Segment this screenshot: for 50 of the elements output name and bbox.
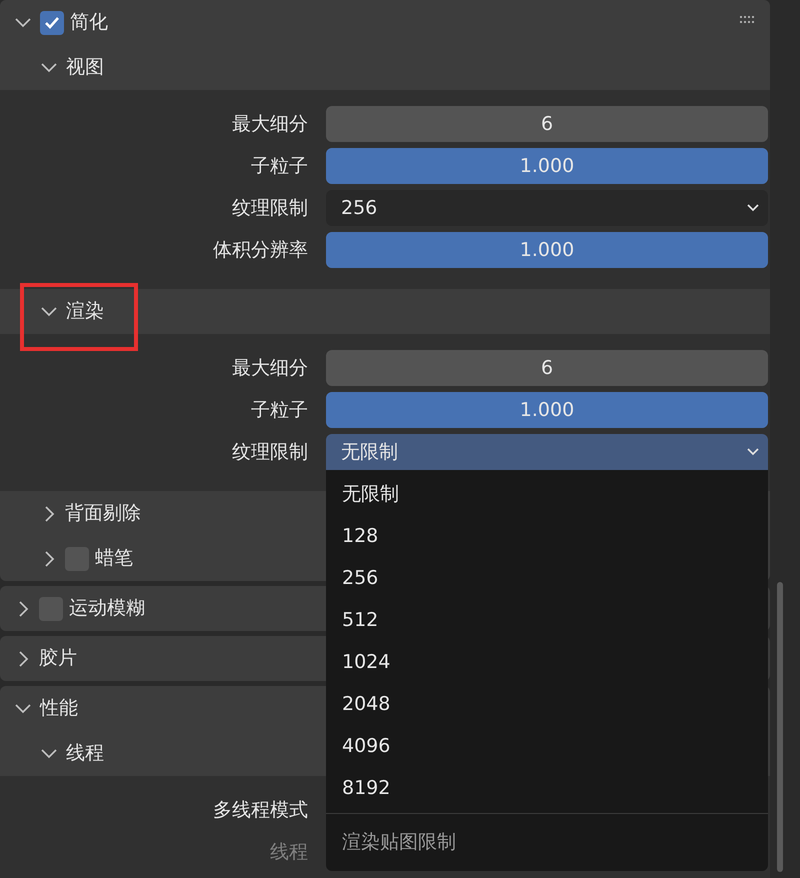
chevron-right-icon[interactable] <box>43 550 55 568</box>
caret-icon <box>746 447 760 456</box>
slider-field[interactable]: 1.000 <box>326 148 768 184</box>
field-label: 子粒子 <box>250 398 308 423</box>
field-label: 纹理限制 <box>231 440 308 465</box>
scrollbar[interactable] <box>777 582 783 872</box>
panel-title[interactable]: 性能 <box>40 694 78 723</box>
chevron-down-icon[interactable] <box>40 306 58 318</box>
subpanel-title[interactable]: 视图 <box>66 53 104 82</box>
checkbox[interactable] <box>40 10 64 34</box>
checkbox[interactable] <box>65 546 89 570</box>
number-field[interactable]: 6 <box>326 106 768 142</box>
slider-field[interactable]: 1.000 <box>326 392 768 428</box>
menu-title: 渲染贴图限制 <box>341 830 457 856</box>
menu-item[interactable]: 128 <box>326 515 768 557</box>
check-icon <box>43 14 61 30</box>
menu-item[interactable]: 256 <box>326 557 768 599</box>
subpanel-title[interactable]: 蜡笔 <box>95 544 133 573</box>
slider-field[interactable]: 1.000 <box>326 232 768 268</box>
field-label: 线程 <box>269 840 308 865</box>
chevron-down-icon[interactable] <box>40 62 58 74</box>
menu-item[interactable]: 无限制 <box>326 473 768 515</box>
checkbox[interactable] <box>39 596 63 620</box>
subpanel-title[interactable]: 线程 <box>66 739 104 768</box>
field-label: 子粒子 <box>250 154 308 179</box>
chevron-right-icon[interactable] <box>17 600 29 618</box>
menu-item[interactable]: 8192 <box>326 767 768 809</box>
field-label: 纹理限制 <box>231 196 308 221</box>
chevron-right-icon[interactable] <box>17 650 29 668</box>
menu-item[interactable]: 4096 <box>326 725 768 767</box>
panel-title[interactable]: 运动模糊 <box>69 594 145 623</box>
field-label: 最大细分 <box>231 112 308 137</box>
number-field[interactable]: 6 <box>326 350 768 386</box>
field-label: 多线程模式 <box>212 798 308 823</box>
caret-icon <box>746 203 760 212</box>
panel-title[interactable]: 简化 <box>70 8 108 37</box>
field-label: 最大细分 <box>231 356 308 381</box>
chevron-down-icon[interactable] <box>14 702 32 714</box>
subpanel-title[interactable]: 背面剔除 <box>65 499 141 528</box>
dropdown-field[interactable]: 256 <box>326 190 768 226</box>
chevron-down-icon[interactable] <box>14 16 32 28</box>
chevron-right-icon[interactable] <box>43 504 55 522</box>
menu-item[interactable]: 512 <box>326 599 768 641</box>
drag-grip-icon[interactable] <box>740 16 756 24</box>
subpanel-title[interactable]: 渲染 <box>66 297 104 326</box>
chevron-down-icon[interactable] <box>40 748 58 760</box>
panel-title[interactable]: 胶片 <box>39 644 77 673</box>
menu-item[interactable]: 2048 <box>326 683 768 725</box>
field-label: 体积分辨率 <box>212 238 308 263</box>
menu-item[interactable]: 1024 <box>326 641 768 683</box>
